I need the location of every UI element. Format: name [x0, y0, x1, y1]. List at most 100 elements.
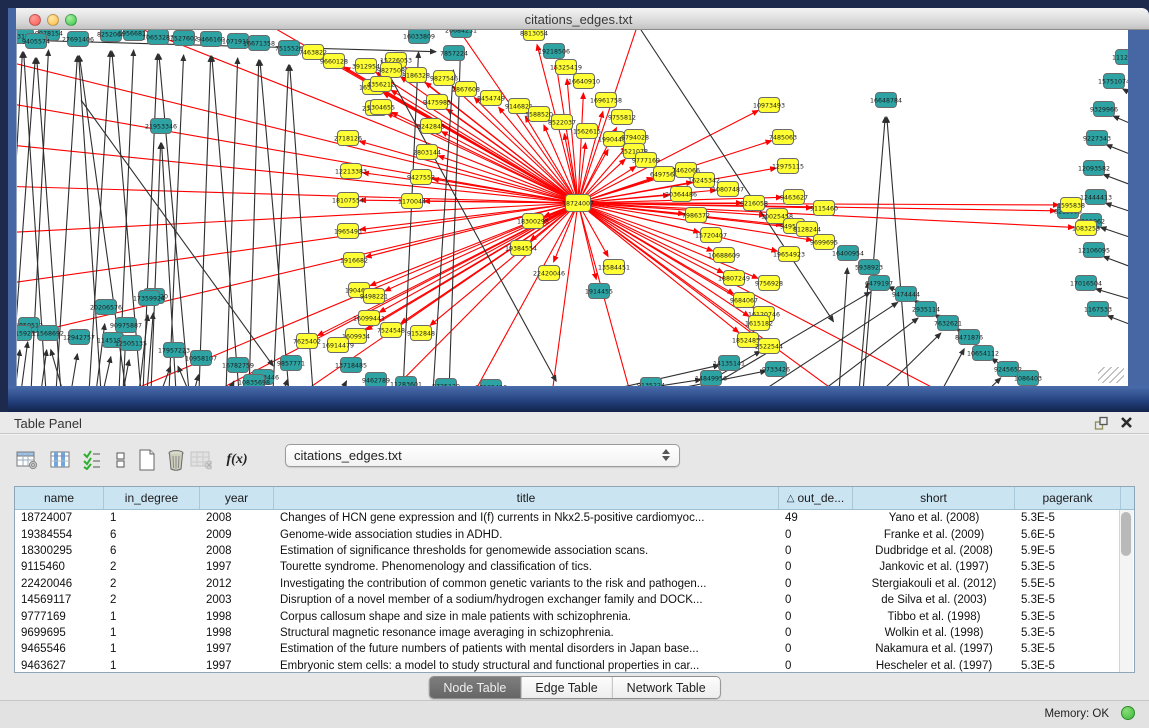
- network-node[interactable]: 8471876: [955, 330, 983, 345]
- network-node[interactable]: 2718126: [334, 131, 362, 146]
- network-node[interactable]: 9857771: [277, 356, 305, 371]
- select-rows-icon[interactable]: [81, 449, 103, 471]
- network-node[interactable]: 16033809: [403, 30, 435, 44]
- network-node[interactable]: 9115460: [810, 201, 838, 216]
- network-node[interactable]: 18107554: [332, 193, 364, 208]
- table-scrollbar[interactable]: [1119, 510, 1133, 672]
- network-node[interactable]: 8522037: [548, 115, 576, 130]
- network-node[interactable]: 9660128: [320, 54, 348, 69]
- column-chooser-icon[interactable]: [50, 449, 72, 471]
- network-node[interactable]: 12106095: [1078, 243, 1110, 258]
- network-node[interactable]: 9777169: [632, 153, 660, 168]
- network-node[interactable]: 5938923: [855, 260, 883, 275]
- network-node[interactable]: 9405574: [22, 34, 50, 49]
- delete-column-icon[interactable]: [190, 449, 212, 471]
- network-node[interactable]: 1595838: [1057, 198, 1085, 213]
- network-node[interactable]: 9827546: [430, 71, 458, 86]
- network-node[interactable]: 8725120: [432, 379, 460, 387]
- network-node[interactable]: 1916682: [340, 253, 368, 268]
- network-node[interactable]: 15720407: [695, 228, 727, 243]
- network-node[interactable]: 18724007: [562, 195, 594, 212]
- function-builder-icon[interactable]: f(x): [226, 449, 248, 471]
- network-node[interactable]: 14849956: [695, 371, 727, 386]
- network-node[interactable]: 8454749: [477, 91, 505, 106]
- network-node[interactable]: 27691406: [62, 32, 94, 47]
- table-row[interactable]: 2242004622012Investigating the contribut…: [15, 576, 1134, 592]
- table-row[interactable]: 1830029562008Estimation of significance …: [15, 543, 1134, 559]
- network-window-titlebar[interactable]: citations_edges.txt: [8, 8, 1149, 30]
- network-node[interactable]: 6794028: [621, 130, 649, 145]
- table-row[interactable]: 1456911722003Disruption of a novel membe…: [15, 592, 1134, 608]
- network-node[interactable]: 13718485: [335, 358, 367, 373]
- network-node[interactable]: 7625402: [293, 334, 321, 349]
- table-row[interactable]: 946554611997Estimation of the future num…: [15, 641, 1134, 657]
- network-node[interactable]: 1562615: [573, 124, 601, 139]
- network-node[interactable]: 9242845: [417, 119, 445, 134]
- network-node[interactable]: 13584451: [598, 260, 630, 275]
- float-panel-icon[interactable]: [1094, 416, 1109, 431]
- network-node[interactable]: 90975887: [110, 318, 142, 333]
- network-node[interactable]: 6479197: [865, 276, 893, 291]
- column-header-name[interactable]: name: [15, 487, 104, 509]
- network-node[interactable]: 10688609: [708, 248, 740, 263]
- network-node[interactable]: 1965493: [334, 224, 362, 239]
- network-node[interactable]: 2522544: [755, 339, 783, 354]
- network-node[interactable]: 4356212: [367, 77, 395, 92]
- network-node[interactable]: 19218506: [538, 44, 570, 59]
- network-node[interactable]: 9498221: [360, 289, 388, 304]
- create-table-icon[interactable]: [136, 449, 158, 471]
- network-node[interactable]: 6216058: [740, 196, 768, 211]
- network-node[interactable]: 9462789: [362, 373, 390, 387]
- network-node[interactable]: 1914455: [585, 284, 613, 299]
- network-node[interactable]: 19654923: [773, 247, 805, 262]
- network-node[interactable]: 16961758: [590, 93, 622, 108]
- table-selector-dropdown[interactable]: citations_edges.txt: [285, 444, 680, 467]
- network-node[interactable]: 9474444: [892, 287, 920, 302]
- network-node[interactable]: 9227343: [1083, 131, 1111, 146]
- column-header-pagerank[interactable]: pagerank: [1015, 487, 1121, 509]
- network-node[interactable]: 7485063: [769, 130, 797, 145]
- network-node[interactable]: 9152848: [407, 326, 435, 341]
- network-node[interactable]: 17016504: [1070, 276, 1102, 291]
- table-row[interactable]: 1938455462009Genome-wide association stu…: [15, 526, 1134, 542]
- network-graph[interactable]: 1931564997815494055742769140682520661956…: [17, 30, 1128, 386]
- network-node[interactable]: 9755812: [608, 110, 636, 125]
- network-node[interactable]: 9329966: [1090, 102, 1118, 117]
- network-node[interactable]: 9466160: [197, 32, 225, 47]
- network-node[interactable]: 7524548: [377, 323, 405, 338]
- network-node[interactable]: 11283601: [390, 377, 422, 387]
- network-node[interactable]: 7986372: [682, 208, 710, 223]
- tab-network-table[interactable]: Network Table: [613, 677, 720, 698]
- network-node[interactable]: 2935114: [912, 302, 940, 317]
- network-node[interactable]: 12942757: [63, 330, 95, 345]
- network-node[interactable]: 21953346: [145, 119, 177, 134]
- tab-node-table[interactable]: Node Table: [429, 677, 521, 698]
- network-node[interactable]: 2803144: [413, 145, 441, 160]
- network-node[interactable]: 1167533: [1084, 302, 1112, 317]
- network-node[interactable]: 9135224: [637, 378, 665, 387]
- network-node[interactable]: 22420046: [533, 266, 565, 281]
- network-view-canvas[interactable]: 1931564997815494055742769140682520661956…: [16, 30, 1128, 386]
- network-node[interactable]: 16640910: [568, 74, 600, 89]
- network-node[interactable]: 9827508: [377, 63, 405, 78]
- network-node[interactable]: 15751074: [1098, 74, 1128, 89]
- table-row[interactable]: 946362711997Embryonic stem cells: a mode…: [15, 658, 1134, 674]
- network-node[interactable]: 1083253: [1072, 221, 1100, 236]
- network-node[interactable]: 9756928: [755, 276, 783, 291]
- tab-edge-table[interactable]: Edge Table: [521, 677, 612, 698]
- table-row[interactable]: 977716911998Corpus callosum shape and si…: [15, 608, 1134, 624]
- network-node[interactable]: 8813054: [520, 30, 548, 41]
- network-node[interactable]: 16099441: [353, 311, 385, 326]
- network-node[interactable]: 20684231: [445, 30, 477, 38]
- network-node[interactable]: 7463822: [299, 45, 327, 60]
- network-node[interactable]: 9733426: [762, 362, 790, 377]
- network-node[interactable]: 20364486: [665, 187, 697, 202]
- row-height-icon[interactable]: [110, 449, 132, 471]
- table-row[interactable]: 969969511998Structural magnetic resonanc…: [15, 625, 1134, 641]
- delete-table-icon[interactable]: [165, 449, 187, 471]
- table-row[interactable]: 1872400712008Changes of HCN gene express…: [15, 510, 1134, 526]
- network-node[interactable]: 16400954: [832, 246, 864, 261]
- network-node[interactable]: 15325419: [550, 60, 582, 75]
- column-header-in-degree[interactable]: in_degree: [104, 487, 200, 509]
- close-panel-icon[interactable]: [1119, 415, 1135, 431]
